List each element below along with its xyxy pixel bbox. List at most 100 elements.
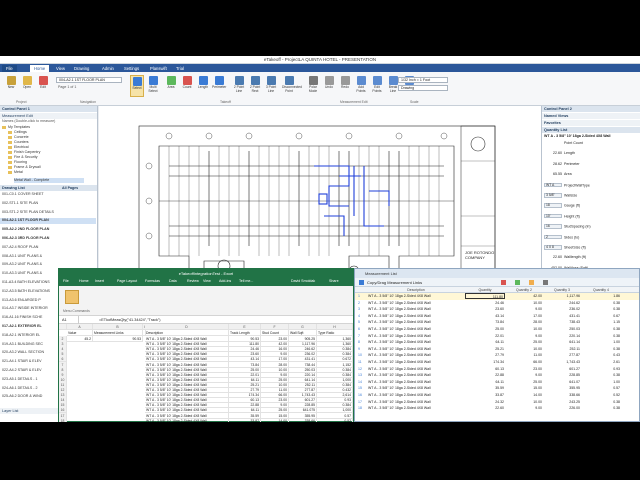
measurement-quantity[interactable]: 250.03 [543,326,581,332]
drawing-list-item[interactable]: 014-A3.7 INSIDE INTERIOR [2,306,48,311]
ribbon-perimeter-button[interactable]: Perimeter [212,75,226,97]
measurement-quantity[interactable]: 0.38 [581,346,621,352]
quantity-value-box[interactable]: 2 [544,234,562,240]
excel-formula-input[interactable]: =ETkofMeasQty("41.34424","Track") [99,316,161,324]
copy-links-icon[interactable] [359,280,364,285]
measurement-quantity[interactable]: 0.38 [581,306,621,312]
excel-tab-formulas[interactable]: Formulas [145,279,160,283]
tree-selected-item[interactable]: Metal Wall - Complete [14,178,84,183]
macro-icon[interactable] [65,290,79,304]
measurement-list-row[interactable]: 11 WT A - 3 5/8" 10' 18ga 2-Sided 4X8 Wal… [355,359,639,366]
menu-tab-trial[interactable]: Trial [172,65,188,72]
drawing-list-item[interactable]: 001-C0.1 COVER SHEET [2,192,44,197]
excel-description-cell[interactable]: WT A - 3 5/8" 10' 18ga 2-Sided 4X8 Wall [145,417,229,422]
tree-item[interactable]: Metal [8,170,23,175]
measurement-quantity[interactable]: 35.59 [465,385,505,391]
excel-window[interactable]: eTakeoffIntegrationTest - Excel File Home… [58,268,354,422]
measurement-description[interactable]: WT A - 3 5/8" 10' 18ga 2-Sided 4X8 Wall [367,399,465,405]
measurement-quantity[interactable]: 0.38 [581,372,621,378]
measurement-description[interactable]: WT A - 3 5/8" 10' 18ga 2-Sided 4X8 Wall [367,392,465,398]
measurement-quantity[interactable]: 226.00 [543,405,581,411]
measurement-quantity[interactable]: 0.38 [581,300,621,306]
measurement-description[interactable]: WT A - 3 5/8" 10' 18ga 2-Sided 4X8 Wall [367,359,465,365]
measurement-list-row[interactable]: 5 WT A - 3 5/8" 10' 18ga 2-Sided 4X8 Wall… [355,319,639,326]
excel-tab-data[interactable]: Data [169,279,177,283]
measurement-quantity[interactable]: 22.01 [465,333,505,339]
measurement-quantity[interactable]: 2.61 [581,359,621,365]
measurement-list-row[interactable]: 9 WT A - 3 5/8" 10' 18ga 2-Sided 4X8 Wall… [355,346,639,353]
excel-tab-tell-me-[interactable]: Tell me... [239,279,253,283]
menu-tab-home[interactable]: Home [30,65,50,72]
drawing-list-item[interactable]: 004-A2.1 1ST FLOOR PLAN [0,218,96,224]
excel-tab-insert[interactable]: Insert [95,279,104,283]
measurement-quantity[interactable]: 1.00 [581,379,621,385]
drawing-filter[interactable]: All Pages [62,186,78,190]
excel-number-cell[interactable]: 0.52 [317,417,353,422]
measurement-quantity[interactable]: 738.43 [543,319,581,325]
measurement-description[interactable]: WT A - 3 5/8" 10' 18ga 2-Sided 4X8 Wall [367,346,465,352]
measurement-quantity[interactable]: 228.85 [543,372,581,378]
measurement-list-row[interactable]: 6 WT A - 3 5/8" 10' 18ga 2-Sided 4X8 Wall… [355,326,639,333]
measurement-quantity[interactable]: 355.95 [543,385,581,391]
measurement-quantity[interactable]: 0.52 [581,392,621,398]
excel-tab-page-layout[interactable]: Page Layout [117,279,137,283]
drawing-list-item[interactable]: 022-A4.2 STAIR & ELEV [2,368,41,373]
measurement-quantity[interactable]: 15.00 [505,385,543,391]
ribbon-count-button[interactable]: Count [180,75,194,97]
menu-tab-file[interactable]: File [2,65,17,72]
measurement-description[interactable]: WT A - 3 5/8" 10' 18ga 2-Sided 4X8 Wall [367,405,465,411]
measurement-quantity[interactable]: 60.13 [465,366,505,372]
measurement-quantity[interactable]: 10.00 [505,326,543,332]
drawing-list-item[interactable]: 020-A3.2 WALL SECTION [2,350,44,355]
quantity-row[interactable]: 28.62 Perimeter [544,162,580,168]
drawing-list-item[interactable]: 002-ST1.1 SITE PLAN [2,201,38,206]
drawing-list-item[interactable]: 019-A3.1 BUILDING SEC [2,342,43,347]
measurement-list-row[interactable]: 4 WT A - 3 5/8" 10' 18ga 2-Sided 4X8 Wall… [355,313,639,320]
favorites-header[interactable]: Favorites [542,120,640,126]
measurement-description[interactable]: WT A - 3 5/8" 10' 18ga 2-Sided 4X8 Wall [367,366,465,372]
measurement-description[interactable]: WT A - 3 5/8" 10' 18ga 2-Sided 4X8 Wall [367,339,465,345]
quantity-value-box[interactable]: 3 5/8" [544,193,562,198]
measurement-quantity[interactable]: 23.60 [465,306,505,312]
measurement-description[interactable]: WT A - 3 5/8" 10' 18ga 2-Sided 4X8 Wall [367,306,465,312]
excel-tab-file[interactable]: File [63,279,69,283]
ribbon-open-button[interactable]: Open [20,75,34,97]
measurement-quantity[interactable]: 10.00 [505,300,543,306]
menu-tab-view[interactable]: View [52,65,69,72]
settings-icon[interactable] [543,280,548,285]
measurement-quantity[interactable]: 1.86 [581,293,621,299]
ribbon-3-point-line-button[interactable]: 3 Point Line [264,75,278,97]
scale-select[interactable]: 1/32 Inch = 1 Foot [398,77,448,83]
drawing-list-item[interactable]: 013-A3.6 ENLARGED P [2,298,41,303]
measurement-list-row[interactable]: 2 WT A - 3 5/8" 10' 18ga 2-Sided 4X8 Wall… [355,300,639,307]
measurement-quantity[interactable]: 25.21 [465,346,505,352]
drawing-list-item[interactable]: 021-A4.1 STAIR & ELEV [2,359,41,364]
measurement-quantity[interactable]: 244.62 [543,300,581,306]
measurement-description[interactable]: WT A - 3 5/8" 10' 18ga 2-Sided 4X8 Wall [367,385,465,391]
measurement-description[interactable]: WT A - 3 5/8" 10' 18ga 2-Sided 4X8 Wall [367,372,465,378]
ribbon-area-button[interactable]: Area [164,75,178,97]
menu-tab-drawing[interactable]: Drawing [70,65,93,72]
ribbon-new-button[interactable]: New [4,75,18,97]
measurement-quantity[interactable]: 33.87 [465,392,505,398]
excel-number-cell[interactable]: 33.87 [229,417,261,422]
ribbon-disconnected-point-button[interactable]: Disconnected Point [282,75,302,97]
excel-row-header[interactable]: 18 [59,417,67,422]
drawing-list-item[interactable]: 008-A3.1 UNIT PLANS & [2,254,42,259]
drawing-list-item[interactable]: 006-A2.3 3RD FLOOR PLAN [2,236,49,241]
menu-tab-admin[interactable]: Admin [98,65,118,72]
measurement-list-row[interactable]: 8 WT A - 3 5/8" 10' 18ga 2-Sided 4X8 Wall… [355,339,639,346]
measurement-quantity[interactable]: 0.38 [581,326,621,332]
excel-grid[interactable]: ABCDEFGHValueMeasurement LinksDescriptio… [59,324,353,422]
measurement-description[interactable]: WT A - 3 5/8" 10' 18ga 2-Sided 4X8 Wall [367,326,465,332]
measurement-quantity[interactable]: 10.00 [505,399,543,405]
quantity-row[interactable]: 18 Gauge (ft) [544,203,580,209]
measurement-description[interactable]: WT A - 3 5/8" 10' 18ga 2-Sided 4X8 Wall [367,300,465,306]
excel-tab-david-smoldak[interactable]: David Smoldak [291,279,315,283]
quantity-value-box[interactable]: 10' [544,213,562,219]
measurement-quantity[interactable]: 0.93 [581,366,621,372]
quantity-value-box[interactable]: 4 X 8 [544,245,562,250]
quantity-row[interactable]: 22.60 Length [544,151,575,157]
measurement-quantity[interactable]: 64.11 [465,339,505,345]
quantity-row[interactable]: 16 StudSpacing (in) [544,224,591,230]
